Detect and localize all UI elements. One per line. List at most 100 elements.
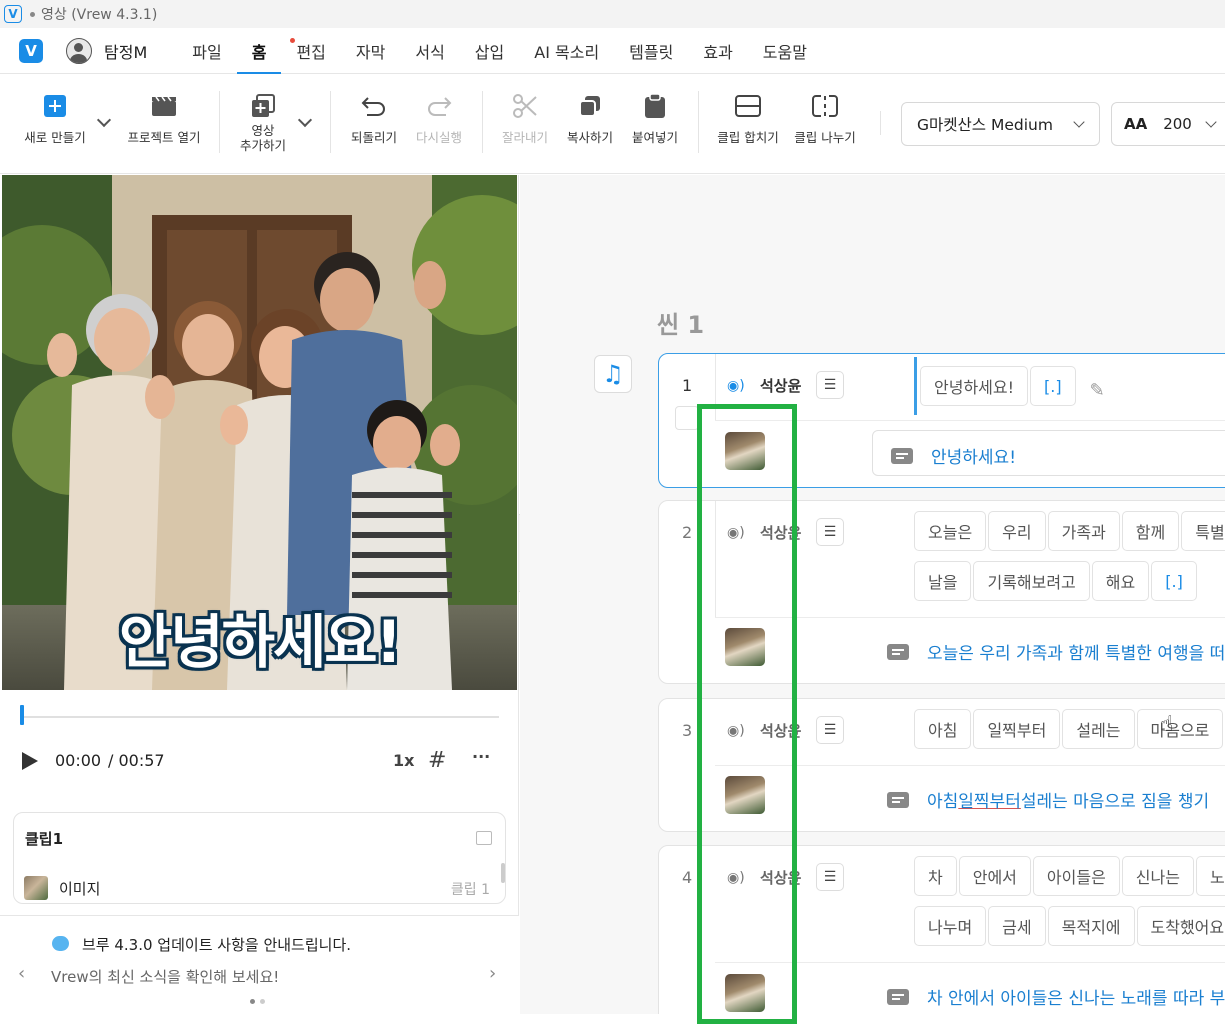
- split-clip-icon: [812, 91, 838, 121]
- cut-label: 잘라내기: [501, 130, 548, 145]
- merge-clip-button[interactable]: 클립 합치기: [713, 75, 783, 146]
- word-chip[interactable]: 신나는: [1121, 856, 1194, 896]
- word-chip-pause[interactable]: [.]: [1151, 561, 1197, 601]
- subtitle-icon: [887, 988, 909, 1005]
- subtitle-line[interactable]: 차 안에서 아이들은 신나는 노래를 따라 부: [887, 984, 1225, 1009]
- redo-button[interactable]: 다시실행: [411, 75, 467, 146]
- clip-info-card: 클립1 이미지 클립 1: [13, 812, 506, 904]
- font-size-value: 200: [1163, 115, 1192, 133]
- new-dropdown-chevron-icon[interactable]: [96, 112, 112, 128]
- menu-ai-voice[interactable]: AI 목소리: [519, 28, 614, 74]
- split-clip-button[interactable]: 클립 나누기: [790, 75, 860, 146]
- menu-format[interactable]: 서식: [400, 28, 459, 74]
- menu-help[interactable]: 도움말: [748, 28, 822, 74]
- video-preview[interactable]: 안녕하세요!: [2, 175, 517, 690]
- word-chip[interactable]: 가족과: [1047, 511, 1120, 551]
- news-subtitle: Vrew의 최신 소식을 확인해 보세요!: [51, 968, 280, 986]
- sliders-icon[interactable]: ☰: [816, 518, 844, 546]
- word-chip[interactable]: 금세: [988, 906, 1046, 946]
- clip-media-type: 이미지: [59, 880, 101, 898]
- clip-number: 1: [682, 376, 693, 395]
- word-chip[interactable]: 안에서: [958, 856, 1031, 896]
- sliders-icon[interactable]: ☰: [816, 716, 844, 744]
- font-size-select[interactable]: AA 200: [1111, 102, 1225, 146]
- clip-card-scrollbar[interactable]: [501, 863, 505, 883]
- menu-home[interactable]: 홈: [236, 28, 282, 74]
- cut-button[interactable]: 잘라내기: [497, 75, 553, 146]
- subtitle-text-flagged: 일찍부터: [958, 792, 1021, 812]
- word-chip[interactable]: 목적지에: [1047, 906, 1135, 946]
- play-icon[interactable]: [22, 752, 38, 770]
- carousel-dot[interactable]: [250, 999, 255, 1004]
- word-chip[interactable]: 일찍부터: [973, 709, 1061, 749]
- subtitle-line[interactable]: 오늘은 우리 가족과 함께 특별한 여행을 떠: [887, 639, 1225, 664]
- word-chip[interactable]: 안녕하세요!: [920, 366, 1029, 406]
- word-chip[interactable]: 특별: [1181, 511, 1225, 551]
- playback-scrubber[interactable]: [22, 716, 499, 718]
- word-chip[interactable]: 기록해보려고: [973, 561, 1090, 601]
- new-badge-dot: [290, 37, 296, 43]
- menu-edit[interactable]: 편집: [281, 28, 340, 74]
- clip-number: 4: [682, 868, 693, 887]
- subtitle-text: 설레는 마음으로 짐을 챙기: [1020, 792, 1210, 812]
- menu-insert[interactable]: 삽입: [460, 28, 519, 74]
- open-project-button[interactable]: 프로젝트 열기: [124, 75, 204, 146]
- carousel-dot[interactable]: [260, 999, 265, 1004]
- pencil-icon[interactable]: ✎: [1090, 366, 1105, 415]
- unsaved-dot: [30, 11, 35, 17]
- sliders-icon[interactable]: ☰: [816, 371, 844, 399]
- word-chip[interactable]: 우리: [988, 511, 1046, 551]
- music-note-icon[interactable]: ♫: [594, 355, 632, 393]
- word-chip[interactable]: 해요: [1091, 561, 1150, 601]
- clapper-icon: [151, 91, 177, 121]
- sliders-icon[interactable]: ☰: [816, 863, 844, 891]
- word-chip[interactable]: 마음으로: [1136, 709, 1224, 749]
- menu-subtitle[interactable]: 자막: [341, 28, 400, 74]
- vrew-logo[interactable]: V: [19, 38, 43, 63]
- word-row: 안녕하세요! [.] ✎: [914, 357, 1105, 415]
- news-title[interactable]: 브루 4.3.0 업데이트 사항을 안내드립니다.: [82, 934, 351, 955]
- toolbar-divider: [219, 91, 220, 153]
- word-chip[interactable]: 날을: [914, 561, 972, 601]
- word-chip[interactable]: 도착했어요: [1136, 906, 1225, 946]
- word-chip-pause[interactable]: [.]: [1030, 366, 1076, 406]
- subtitle-line[interactable]: 안녕하세요!: [891, 443, 1225, 468]
- grid-icon[interactable]: #: [428, 748, 446, 773]
- speaker-name[interactable]: 석상윤: [760, 375, 801, 396]
- undo-button[interactable]: 되돌리기: [346, 75, 402, 146]
- scene-title: 씬 1: [657, 311, 705, 339]
- more-options-icon[interactable]: ···: [472, 747, 490, 766]
- word-chip[interactable]: 나누며: [914, 906, 987, 946]
- word-chip[interactable]: 아이들은: [1032, 856, 1120, 896]
- open-external-icon[interactable]: [476, 831, 492, 845]
- chevron-left-icon[interactable]: ‹: [18, 963, 25, 984]
- chevron-right-icon[interactable]: ›: [489, 963, 496, 984]
- copy-label: 복사하기: [566, 130, 613, 145]
- user-avatar-icon[interactable]: [66, 37, 92, 64]
- paste-button[interactable]: 붙여넣기: [627, 75, 683, 146]
- team-name[interactable]: 탐정M: [104, 39, 147, 63]
- copy-button[interactable]: 복사하기: [562, 75, 618, 146]
- font-size-icon: AA: [1124, 115, 1148, 133]
- add-video-button[interactable]: 영상 추가하기: [235, 75, 291, 153]
- add-video-icon: [251, 91, 275, 121]
- new-project-button[interactable]: 새로 만들기: [22, 75, 88, 146]
- playback-speed-button[interactable]: 1x: [393, 751, 414, 770]
- word-chip[interactable]: 노: [1195, 856, 1225, 896]
- playhead-handle[interactable]: [20, 705, 24, 725]
- word-chip[interactable]: 설레는: [1062, 709, 1135, 749]
- menu-effects[interactable]: 효과: [688, 28, 747, 74]
- clip-checkbox[interactable]: [675, 406, 699, 430]
- menu-file[interactable]: 파일: [177, 28, 236, 74]
- scissors-icon: [512, 91, 538, 121]
- menu-template[interactable]: 템플릿: [614, 28, 688, 74]
- word-chip[interactable]: 함께: [1121, 511, 1180, 551]
- subtitle-line[interactable]: 아침 일찍부터 설레는 마음으로 짐을 챙기: [887, 787, 1225, 812]
- font-family-select[interactable]: G마켓산스 Medium: [901, 102, 1100, 146]
- word-chip[interactable]: 오늘은: [914, 511, 987, 551]
- hand-cursor-icon: ☝: [1160, 712, 1174, 737]
- word-chip[interactable]: 아침: [914, 709, 972, 749]
- news-banner: ‹ 브루 4.3.0 업데이트 사항을 안내드립니다. Vrew의 최신 소식을…: [0, 915, 519, 1014]
- word-chip[interactable]: 차: [914, 856, 957, 896]
- add-video-dropdown-chevron-icon[interactable]: [297, 112, 313, 128]
